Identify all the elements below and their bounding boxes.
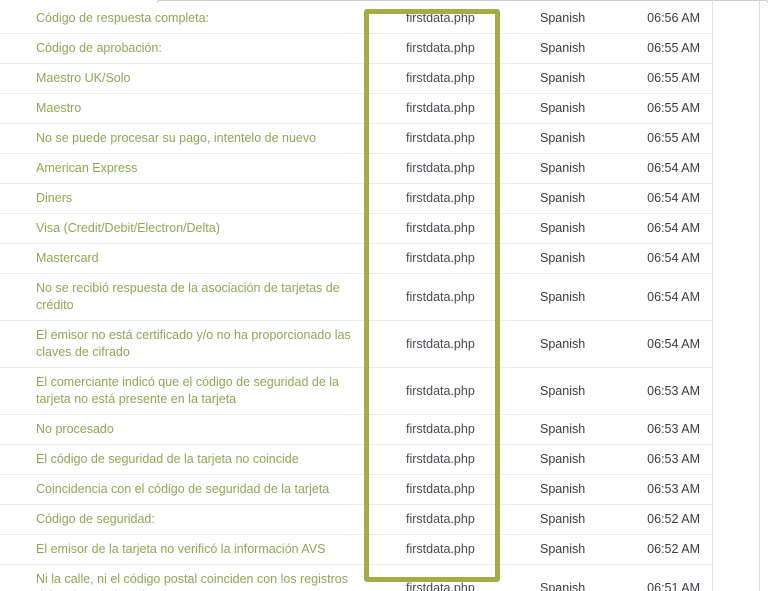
cell-language: Spanish <box>540 512 586 526</box>
cell-string[interactable]: Mastercard <box>0 244 372 274</box>
cell-string[interactable]: Código de seguridad: <box>0 505 372 535</box>
table-row[interactable]: Código de aprobación: firstdata.php Spanis… <box>0 34 712 64</box>
cell-file: firstdata.php <box>406 221 475 235</box>
cell-language: Spanish <box>540 452 586 466</box>
table-row[interactable]: Coincidencia con el código de seguridad … <box>0 475 712 505</box>
cell-string[interactable]: El código de seguridad de la tarjeta no … <box>0 445 372 475</box>
cell-string[interactable]: No procesado <box>0 415 372 445</box>
table-row[interactable]: No procesado firstdata.php Spanish 06:53 AM <box>0 415 712 445</box>
cell-language: Spanish <box>540 101 586 115</box>
cell-file: firstdata.php <box>406 191 475 205</box>
table-row[interactable]: El código de seguridad de la tarjeta no … <box>0 445 712 475</box>
cell-string[interactable]: Código de aprobación: <box>0 34 372 64</box>
cell-language: Spanish <box>540 336 586 351</box>
cell-language: Spanish <box>540 422 586 436</box>
cell-time: 06:54 AM <box>647 161 700 175</box>
cell-file: firstdata.php <box>406 131 475 145</box>
table-row[interactable]: Maestro UK/Solo firstdata.php Spanish 06:55… <box>0 64 712 94</box>
cell-time: 06:52 AM <box>647 542 700 556</box>
cell-language: Spanish <box>540 289 586 304</box>
cell-language: Spanish <box>540 221 586 235</box>
cell-time: 06:53 AM <box>647 452 700 466</box>
cell-language: Spanish <box>540 542 586 556</box>
cell-string[interactable]: Código de respuesta completa: <box>0 4 372 34</box>
cell-file: firstdata.php <box>406 482 475 496</box>
cell-time: 06:53 AM <box>647 422 700 436</box>
cell-file: firstdata.php <box>406 41 475 55</box>
cell-string[interactable]: El emisor de la tarjeta no verificó la i… <box>0 535 372 565</box>
cell-string[interactable]: Maestro <box>0 94 372 124</box>
table-row[interactable]: No se puede procesar su pago, intentelo … <box>0 124 712 154</box>
page-right-edge <box>759 0 760 591</box>
cell-language: Spanish <box>540 131 586 145</box>
cell-language: Spanish <box>540 482 586 496</box>
cell-file: firstdata.php <box>406 422 475 436</box>
cell-time: 06:55 AM <box>647 41 700 55</box>
cell-file: firstdata.php <box>406 452 475 466</box>
cell-time: 06:54 AM <box>647 336 700 351</box>
cell-time: 06:55 AM <box>647 71 700 85</box>
cell-time: 06:53 AM <box>647 482 700 496</box>
table-row[interactable]: Código de respuesta completa: firstdata.p… <box>0 4 712 34</box>
cell-time: 06:54 AM <box>647 191 700 205</box>
cell-language: Spanish <box>540 580 586 591</box>
cell-file: firstdata.php <box>406 542 475 556</box>
table-row[interactable]: Visa (Credit/Debit/Electron/Delta) firstd… <box>0 214 712 244</box>
cell-file: firstdata.php <box>406 383 475 398</box>
table-row[interactable]: No se recibió respuesta de la asociación… <box>0 274 712 321</box>
cell-string[interactable]: Diners <box>0 184 372 214</box>
cell-file: firstdata.php <box>406 11 475 25</box>
cell-string[interactable]: Coincidencia con el código de seguridad … <box>0 475 372 505</box>
cell-time: 06:51 AM <box>647 580 700 591</box>
cell-file: firstdata.php <box>406 71 475 85</box>
table-row[interactable]: American Express firstdata.php Spanish 06:5… <box>0 154 712 184</box>
cell-time: 06:55 AM <box>647 131 700 145</box>
table-row[interactable]: Código de seguridad: firstdata.php Spanish… <box>0 505 712 535</box>
translation-strings-table: Código de respuesta completa: firstdata.p… <box>0 4 712 591</box>
table-row[interactable]: Diners firstdata.php Spanish 06:54 AM <box>0 184 712 214</box>
cell-language: Spanish <box>540 191 586 205</box>
cell-file: firstdata.php <box>406 336 475 351</box>
table-row[interactable]: El emisor no está certificado y/o no ha … <box>0 321 712 368</box>
cell-string[interactable]: El emisor no está certificado y/o no ha … <box>0 321 372 368</box>
table-row[interactable]: El emisor de la tarjeta no verificó la i… <box>0 535 712 565</box>
table-row[interactable]: Mastercard firstdata.php Spanish 06:54 AM <box>0 244 712 274</box>
table-body: Código de respuesta completa: firstdata.p… <box>0 4 712 591</box>
cell-string[interactable]: American Express <box>0 154 372 184</box>
table-viewport: Código de respuesta completa: firstdata.p… <box>0 0 768 591</box>
cell-string[interactable]: El comerciante indicó que el código de s… <box>0 368 372 415</box>
table-row[interactable]: Ni la calle, ni el código postal coincid… <box>0 565 712 591</box>
cell-string[interactable]: No se recibió respuesta de la asociación… <box>0 274 372 321</box>
table-row[interactable]: El comerciante indicó que el código de s… <box>0 368 712 415</box>
cell-file: firstdata.php <box>406 289 475 304</box>
cell-file: firstdata.php <box>406 161 475 175</box>
cell-time: 06:53 AM <box>647 383 700 398</box>
table-row[interactable]: Maestro firstdata.php Spanish 06:55 AM <box>0 94 712 124</box>
cell-language: Spanish <box>540 383 586 398</box>
cell-string[interactable]: Visa (Credit/Debit/Electron/Delta) <box>0 214 372 244</box>
cell-time: 06:54 AM <box>647 251 700 265</box>
cell-time: 06:54 AM <box>647 221 700 235</box>
cell-time: 06:52 AM <box>647 512 700 526</box>
cell-file: firstdata.php <box>406 251 475 265</box>
cell-time: 06:55 AM <box>647 101 700 115</box>
cell-time: 06:56 AM <box>647 11 700 25</box>
cell-time: 06:54 AM <box>647 289 700 304</box>
cell-string[interactable]: Maestro UK/Solo <box>0 64 372 94</box>
panel-top-edge <box>157 0 768 3</box>
cell-file: firstdata.php <box>406 101 475 115</box>
cell-file: firstdata.php <box>406 580 475 591</box>
cell-language: Spanish <box>540 161 586 175</box>
cell-language: Spanish <box>540 11 586 25</box>
cell-language: Spanish <box>540 251 586 265</box>
table-right-border <box>712 0 713 591</box>
cell-language: Spanish <box>540 71 586 85</box>
cell-string[interactable]: No se puede procesar su pago, intentelo … <box>0 124 372 154</box>
cell-file: firstdata.php <box>406 512 475 526</box>
cell-language: Spanish <box>540 41 586 55</box>
cell-string[interactable]: Ni la calle, ni el código postal coincid… <box>0 565 372 591</box>
